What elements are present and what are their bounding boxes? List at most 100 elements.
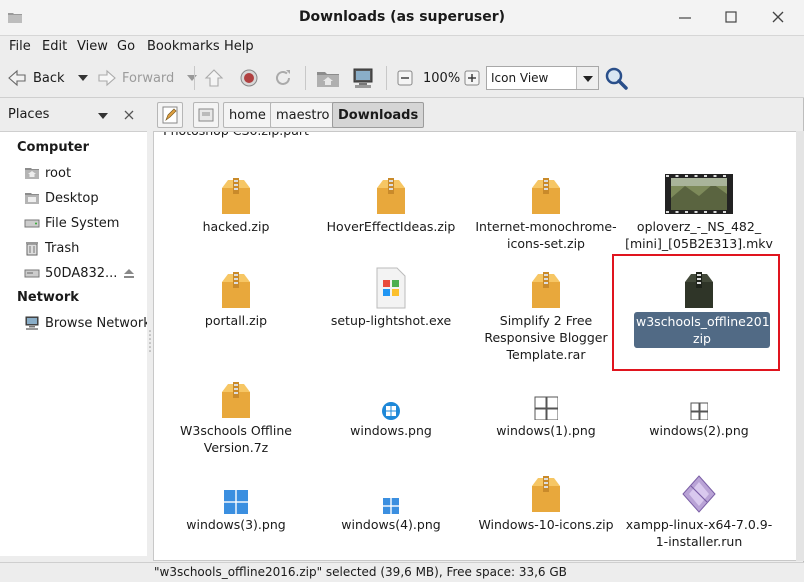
places-header: Places <box>8 107 50 122</box>
reload-icon[interactable] <box>272 67 294 89</box>
file-name: windows(3).png <box>186 517 286 532</box>
stop-icon[interactable] <box>238 67 260 89</box>
file-icon <box>690 402 709 424</box>
toolbar-separator <box>386 66 387 90</box>
file-icon <box>224 490 248 518</box>
forward-arrow-icon <box>98 69 116 87</box>
sidebar-item-label: File System <box>45 215 120 231</box>
view-mode-label: Icon View <box>491 71 549 85</box>
forward-label: Forward <box>122 70 175 86</box>
file-name: Internet-monochrome- icons-set.zip <box>475 219 617 251</box>
menu-help[interactable]: Help <box>224 39 254 54</box>
file-icon <box>383 498 399 518</box>
archive-icon <box>532 178 560 214</box>
zoom-out-icon[interactable] <box>397 70 413 86</box>
minimize-icon[interactable] <box>676 8 694 26</box>
sidebar-item-file-system[interactable]: File System <box>24 213 119 233</box>
path-left-arrow-button[interactable] <box>193 102 219 128</box>
toolbar: Back Forward 100% Icon View <box>0 58 804 98</box>
path-home[interactable]: home <box>223 102 272 128</box>
selection-highlight-box <box>612 254 780 371</box>
file-name: setup-lightshot.exe <box>330 313 452 328</box>
forward-button[interactable]: Forward <box>96 58 198 98</box>
installer-icon <box>682 475 716 513</box>
file-icon <box>528 176 564 220</box>
archive-icon <box>222 178 250 214</box>
file-name: windows.png <box>350 423 432 438</box>
trash-icon <box>26 242 38 256</box>
vertical-scrollbar[interactable] <box>796 131 804 561</box>
edit-location-button[interactable] <box>157 102 183 128</box>
home-folder-icon <box>25 168 39 179</box>
sidebar-item-label: Browse Network <box>45 315 151 331</box>
removable-drive-icon <box>24 269 40 278</box>
drive-icon <box>198 108 214 122</box>
toolbar-separator <box>194 66 195 90</box>
menu-go[interactable]: Go <box>117 39 135 54</box>
sidebar-item-browse-network[interactable]: Browse Network <box>24 313 151 333</box>
back-button[interactable]: Back <box>6 58 89 98</box>
file-icon <box>665 172 733 220</box>
status-bar: "w3schools_offline2016.zip" selected (39… <box>0 562 804 582</box>
file-icon <box>528 474 564 518</box>
view-mode-select[interactable]: Icon View <box>486 66 599 90</box>
computer-header: Computer <box>17 140 90 155</box>
status-text: "w3schools_offline2016.zip" selected (39… <box>154 565 567 579</box>
back-label: Back <box>33 70 65 86</box>
sidebar-item-root[interactable]: root <box>24 163 71 183</box>
sidebar-item-trash[interactable]: Trash <box>24 238 79 258</box>
sidebar-item-label: 50DA832... <box>45 265 118 281</box>
file-name: W3schools Offline Version.7z <box>180 423 292 455</box>
file-icon <box>373 176 409 220</box>
file-name: Photoshop CS6.zip.part <box>161 132 311 139</box>
sidebar-item-label: Trash <box>45 240 80 256</box>
file-manager-window: Downloads (as superuser) File Edit View … <box>0 0 804 582</box>
archive-icon <box>532 476 560 512</box>
sidebar-item-desktop[interactable]: Desktop <box>24 188 99 208</box>
menu-edit[interactable]: Edit <box>42 39 67 54</box>
archive-icon <box>222 272 250 308</box>
path-downloads[interactable]: Downloads <box>332 102 425 128</box>
chevron-down-icon[interactable] <box>77 73 89 83</box>
network-icon <box>25 316 39 330</box>
home-folder-icon[interactable] <box>316 67 340 89</box>
back-arrow-icon <box>8 69 26 87</box>
toolbar-separator <box>305 66 306 90</box>
desktop-folder-icon <box>25 193 39 204</box>
file-name: portall.zip <box>204 313 268 328</box>
sidebar-item-label: root <box>45 165 72 181</box>
menu-file[interactable]: File <box>9 39 31 54</box>
chevron-down-icon[interactable] <box>97 111 109 121</box>
file-icon <box>679 474 719 518</box>
location-bar: Places home maestro Downloads <box>0 99 804 131</box>
up-arrow-icon[interactable] <box>203 67 225 89</box>
file-name: xampp-linux-x64-7.0.9- 1-installer.run <box>625 517 773 549</box>
computer-icon[interactable] <box>351 67 375 89</box>
menu-view[interactable]: View <box>77 39 108 54</box>
windows-logo-icon <box>534 396 559 421</box>
places-sidebar: Computer root Desktop File System Trash … <box>0 131 151 556</box>
menu-bookmarks[interactable]: Bookmarks <box>147 39 220 54</box>
sidebar-item-label: Desktop <box>45 190 99 206</box>
chevron-down-icon <box>583 76 593 82</box>
file-name: Simplify 2 Free Responsive Blogger Templ… <box>484 313 608 362</box>
zoom-in-icon[interactable] <box>464 70 480 86</box>
file-icon <box>218 176 254 220</box>
chevron-down-icon[interactable] <box>186 73 198 83</box>
file-name: windows(2).png <box>649 423 749 438</box>
file-name: windows(4).png <box>341 517 441 532</box>
search-icon[interactable] <box>604 66 628 90</box>
windows-logo-icon <box>224 490 248 514</box>
view-mode-dropdown[interactable] <box>576 67 598 89</box>
close-sidebar-icon[interactable] <box>122 108 136 122</box>
path-maestro[interactable]: maestro <box>270 102 336 128</box>
file-name: HoverEffectIdeas.zip <box>326 219 456 234</box>
close-icon[interactable] <box>769 8 787 26</box>
title-bar: Downloads (as superuser) <box>0 0 804 36</box>
pencil-icon <box>162 106 178 124</box>
sidebar-item-volume[interactable]: 50DA832... <box>24 263 117 283</box>
file-icon <box>382 402 400 424</box>
eject-icon[interactable] <box>122 266 136 280</box>
maximize-icon[interactable] <box>722 8 740 26</box>
executable-icon <box>376 267 406 309</box>
